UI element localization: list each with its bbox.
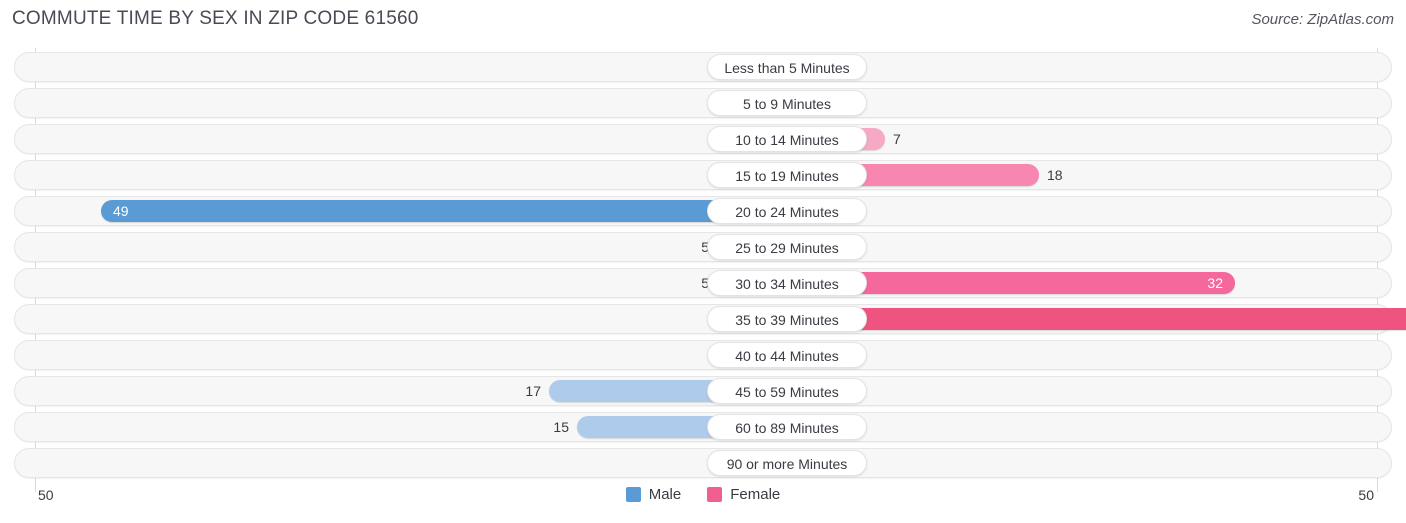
page-title: COMMUTE TIME BY SEX IN ZIP CODE 61560 — [12, 8, 419, 29]
legend-label-female: Female — [730, 486, 781, 503]
category-label: 45 to 59 Minutes — [707, 378, 867, 404]
category-label: 5 to 9 Minutes — [707, 90, 867, 116]
category-label: 90 or more Minutes — [707, 450, 867, 476]
table-row: 17045 to 59 Minutes — [14, 376, 1392, 406]
legend-label-male: Male — [648, 486, 682, 503]
legend-item-female[interactable]: Female — [707, 486, 780, 503]
source-attribution: Source: ZipAtlas.com — [1251, 11, 1394, 28]
bar-male[interactable] — [101, 200, 787, 222]
table-row: 49020 to 24 Minutes — [14, 196, 1392, 226]
value-label-male: 17 — [525, 383, 541, 399]
legend-swatch-male-icon — [625, 487, 641, 502]
table-row: 5025 to 29 Minutes — [14, 232, 1392, 262]
table-row: 01815 to 19 Minutes — [14, 160, 1392, 190]
value-label-male: 5 — [701, 239, 709, 255]
table-row: 0040 to 44 Minutes — [14, 340, 1392, 370]
category-label: 40 to 44 Minutes — [707, 342, 867, 368]
category-label: 25 to 29 Minutes — [707, 234, 867, 260]
table-row: 5 32 30 to 34 Minutes — [14, 268, 1392, 298]
value-label-male: 5 — [701, 275, 709, 291]
category-label: 35 to 39 Minutes — [707, 306, 867, 332]
value-label-male: 15 — [553, 419, 569, 435]
chart-legend: Male Female — [0, 486, 1406, 503]
table-row: 00Less than 5 Minutes — [14, 52, 1392, 82]
table-row: 15060 to 89 Minutes — [14, 412, 1392, 442]
category-label: Less than 5 Minutes — [707, 54, 867, 80]
table-row: 0710 to 14 Minutes — [14, 124, 1392, 154]
chart-plot-area: 00Less than 5 Minutes005 to 9 Minutes071… — [0, 48, 1406, 492]
chart-page: COMMUTE TIME BY SEX IN ZIP CODE 61560 So… — [0, 0, 1406, 523]
category-label: 60 to 89 Minutes — [707, 414, 867, 440]
legend-item-male[interactable]: Male — [625, 486, 682, 503]
value-label-male: 49 — [113, 203, 129, 219]
category-label: 15 to 19 Minutes — [707, 162, 867, 188]
value-label-female: 18 — [1047, 167, 1063, 183]
category-label: 30 to 34 Minutes — [707, 270, 867, 296]
table-row: 0090 or more Minutes — [14, 448, 1392, 478]
bar-female[interactable] — [787, 308, 1406, 330]
category-label: 20 to 24 Minutes — [707, 198, 867, 224]
table-row: 05035 to 39 Minutes — [14, 304, 1406, 334]
value-label-female: 32 — [1207, 275, 1223, 291]
value-label-female: 7 — [893, 131, 901, 147]
legend-swatch-female-icon — [707, 487, 723, 502]
category-label: 10 to 14 Minutes — [707, 126, 867, 152]
table-row: 005 to 9 Minutes — [14, 88, 1392, 118]
